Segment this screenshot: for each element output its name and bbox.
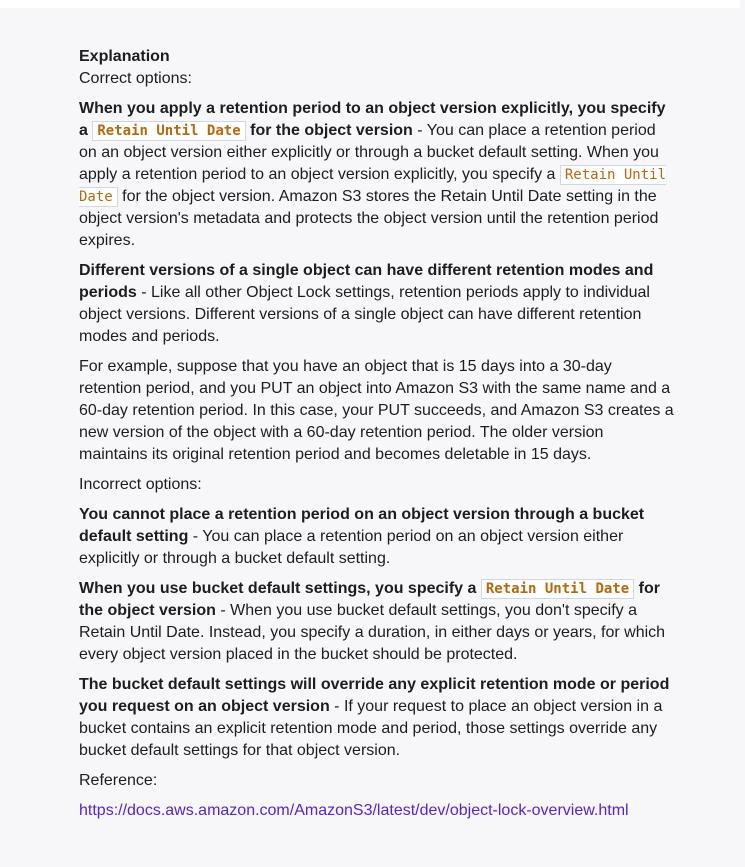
reference-paragraph: https://docs.aws.amazon.com/AmazonS3/lat… (79, 800, 675, 822)
option-1-text-b: for the object version. Amazon S3 stores… (79, 188, 659, 249)
example-paragraph: For example, suppose that you have an ob… (79, 358, 674, 463)
retain-until-date-code-3: Retain Until Date (480, 579, 635, 599)
incorrect-option-3: The bucket default settings will overrid… (79, 674, 675, 762)
correct-options-label: Correct options: (79, 70, 192, 87)
incorrect-option-1: You cannot place a retention period on a… (79, 504, 675, 570)
explanation-heading: Explanation (79, 48, 170, 65)
incorrect-option-2: When you use bucket default settings, yo… (79, 578, 675, 666)
option-1-title-b: for the object version (250, 122, 413, 139)
correct-option-1: When you apply a retention period to an … (79, 98, 675, 252)
top-bar (0, 0, 740, 8)
retain-until-date-code: Retain Until Date (92, 121, 246, 141)
correct-option-2: Different versions of a single object ca… (79, 260, 675, 348)
incorrect-options-label: Incorrect options: (79, 476, 202, 493)
option-2-text: - Like all other Object Lock settings, r… (79, 284, 650, 345)
reference-label: Reference: (79, 772, 158, 789)
incorrect-2-title-a: When you use bucket default settings, yo… (79, 580, 477, 597)
reference-link[interactable]: https://docs.aws.amazon.com/AmazonS3/lat… (79, 802, 629, 819)
explanation-panel: Explanation Correct options: When you ap… (79, 46, 675, 830)
